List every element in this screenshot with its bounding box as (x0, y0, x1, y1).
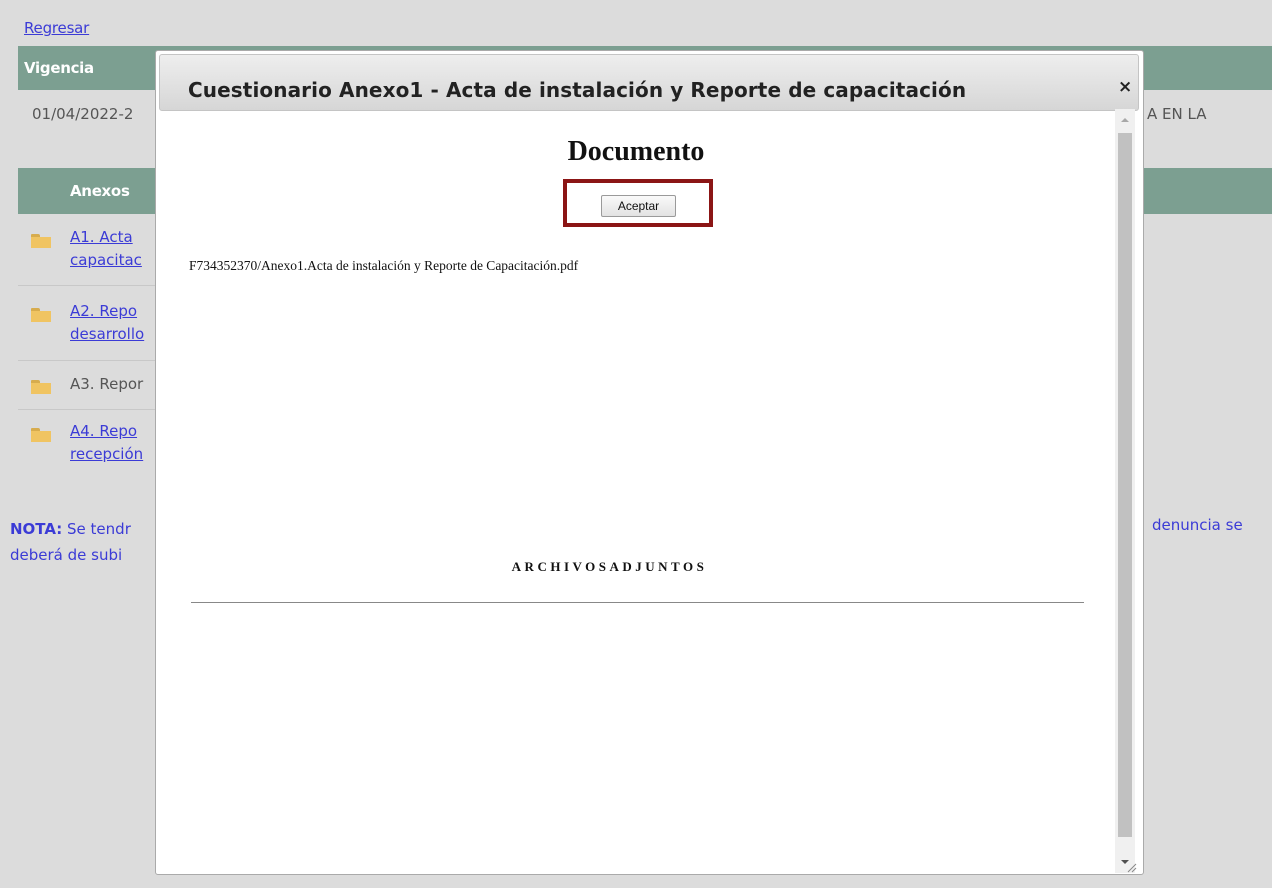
close-icon[interactable]: × (1118, 79, 1132, 96)
note-line2: deberá de subi (10, 546, 123, 564)
annex-a2-link[interactable]: A2. Repo (70, 300, 137, 322)
modal-content: Documento Aceptar F734352370/Anexo1.Acta… (156, 111, 1116, 874)
folder-icon (31, 428, 51, 442)
annex-a1-link[interactable]: A1. Acta (70, 226, 133, 248)
accept-button[interactable]: Aceptar (601, 195, 676, 217)
annex-a4-link[interactable]: A4. Repo (70, 420, 137, 442)
attachments-divider (191, 602, 1084, 603)
annex-a2-link-line2[interactable]: desarrollo (70, 323, 144, 345)
vigencia-value: 01/04/2022-2 (32, 105, 134, 123)
annex-a1-link-line2[interactable]: capacitac (70, 249, 142, 271)
folder-icon (31, 234, 51, 248)
annex-row: A2. Repo desarrollo (18, 295, 168, 361)
scroll-thumb[interactable] (1118, 133, 1132, 837)
note-text: NOTA: Se tendr deberá de subi (10, 516, 131, 568)
note-label: NOTA: (10, 520, 63, 538)
scroll-up-icon[interactable] (1115, 109, 1135, 131)
vigencia-label: Vigencia (24, 59, 94, 77)
document-heading: Documento (567, 136, 705, 167)
modal-titlebar[interactable]: Cuestionario Anexo1 - Acta de instalació… (159, 54, 1139, 111)
annex-a4-link-line2[interactable]: recepción (70, 443, 143, 465)
annex-row: A1. Acta capacitac (18, 220, 168, 286)
anexos-label: Anexos (70, 182, 130, 200)
note-line1: Se tendr (62, 520, 131, 538)
folder-icon (31, 308, 51, 322)
file-path-text: F734352370/Anexo1.Acta de instalación y … (189, 258, 579, 273)
vigencia-description-fragment: A EN LA (1147, 105, 1207, 123)
back-link[interactable]: Regresar (24, 19, 89, 37)
document-modal: Cuestionario Anexo1 - Acta de instalació… (155, 50, 1144, 875)
folder-icon (31, 380, 51, 394)
annex-a3-text: A3. Repor (70, 375, 144, 393)
note-right-fragment: denuncia se (1152, 516, 1243, 534)
modal-title: Cuestionario Anexo1 - Acta de instalació… (188, 78, 967, 102)
annex-row: A3. Repor (18, 364, 168, 410)
attachments-heading: ARCHIVOSADJUNTOS (511, 559, 708, 574)
modal-scrollbar[interactable] (1115, 109, 1135, 873)
annex-row: A4. Repo recepción (18, 414, 168, 484)
resize-grip-icon[interactable] (1125, 861, 1137, 873)
